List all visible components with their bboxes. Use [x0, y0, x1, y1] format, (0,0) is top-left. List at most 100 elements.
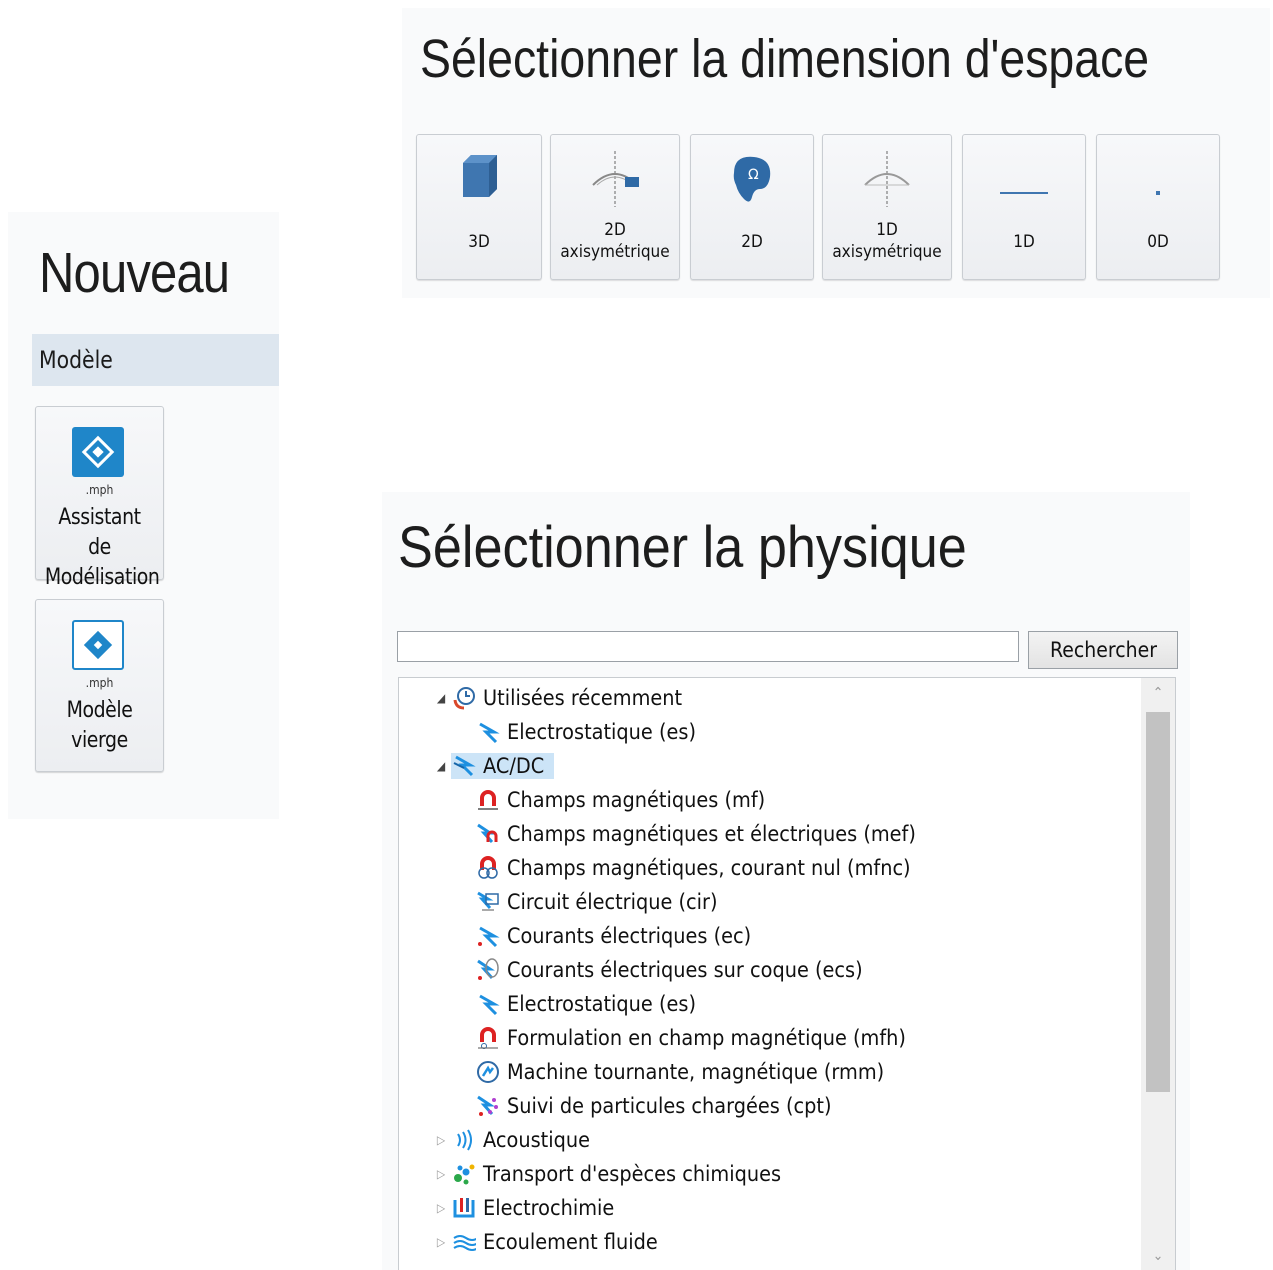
tree-item[interactable]: Formulation en champ magnétique (mfh): [475, 1022, 941, 1054]
collapsed-arrow-icon[interactable]: ▷: [431, 1133, 451, 1147]
point-0d-icon: [1156, 191, 1160, 195]
tree-item-label: Machine tournante, magnétique (rmm): [507, 1060, 885, 1084]
magnetic-no-current-icon: [475, 855, 501, 881]
dimension-1d-axisymmetric-label-line1: 1D: [876, 220, 898, 240]
model-wizard-label-line1: Assistant de: [58, 505, 141, 560]
blank-model-button[interactable]: .mph Modèle vierge: [35, 599, 164, 772]
tree-item-content: Courants électriques sur coque (ecs): [475, 957, 894, 983]
electrostatics-icon: [475, 991, 501, 1017]
magnetic-field-formulation-icon: [475, 1025, 501, 1051]
line-1d-icon: [1000, 192, 1048, 194]
electrostatics-icon: [475, 719, 501, 745]
tree-item-label: Electrostatique (es): [507, 720, 696, 744]
tree-item-content: Ecoulement fluide: [451, 1229, 673, 1255]
collapsed-arrow-icon[interactable]: ▷: [431, 1167, 451, 1181]
tree-item-content: Formulation en champ magnétique (mfh): [475, 1025, 941, 1051]
tree-scrollbar[interactable]: ⌃ ⌄: [1141, 678, 1175, 1270]
tree-item-label: Suivi de particules chargées (cpt): [507, 1094, 832, 1118]
tree-item-content: AC/DC: [451, 753, 554, 779]
blank-model-ext: .mph: [85, 676, 114, 690]
tree-item-content: Transport d'espèces chimiques: [451, 1161, 807, 1187]
cube-3d-icon: [463, 155, 497, 197]
dimension-2d-button[interactable]: Ω 2D: [690, 134, 814, 280]
dimension-0d-label: 0D: [1147, 232, 1169, 252]
tree-item[interactable]: ▷ Acoustique: [431, 1124, 599, 1156]
tree-item-label: Courants électriques (ec): [507, 924, 752, 948]
collapsed-arrow-icon[interactable]: ▷: [431, 1235, 451, 1249]
electric-circuit-icon: [475, 889, 501, 915]
physics-panel: Sélectionner la physique Rechercher ◢ Uti…: [382, 492, 1190, 1270]
tree-item-content: Circuit électrique (cir): [475, 889, 736, 915]
dimension-0d-button[interactable]: 0D: [1096, 134, 1220, 280]
axisymmetric-2d-icon: [592, 151, 639, 207]
acdc-icon: [451, 753, 477, 779]
dimension-1d-label: 1D: [1013, 232, 1035, 252]
tree-item[interactable]: ▷ Transport d'espèces chimiques: [431, 1158, 807, 1190]
model-wizard-ext: .mph: [85, 483, 114, 497]
tree-item[interactable]: Champs magnétiques et électriques (mef): [475, 818, 951, 850]
scroll-thumb[interactable]: [1146, 712, 1170, 1092]
model-wizard-label: Assistant de Modélisation: [36, 503, 163, 593]
blank-model-label-line1: Modèle: [66, 698, 133, 723]
electrochemistry-icon: [451, 1195, 477, 1221]
tree-item[interactable]: ◢ Utilisées récemment: [431, 682, 699, 714]
charged-particle-tracing-icon: [475, 1093, 501, 1119]
dimension-2d-axisymmetric-label: 2D axisymétrique: [551, 219, 679, 263]
tree-item[interactable]: ▷ Ecoulement fluide: [431, 1226, 673, 1258]
dimension-3d-label: 3D: [468, 232, 490, 252]
tree-item-label: AC/DC: [483, 754, 545, 778]
tree-item-label: Acoustique: [483, 1128, 590, 1152]
physics-tree[interactable]: ◢ Utilisées récemment Electrostatique (es)…: [398, 677, 1176, 1270]
tree-item-label: Courants électriques sur coque (ecs): [507, 958, 863, 982]
dimension-1d-button[interactable]: 1D: [962, 134, 1086, 280]
rotating-machinery-icon: [475, 1059, 501, 1085]
acoustics-icon: [451, 1127, 477, 1153]
tree-item[interactable]: Circuit électrique (cir): [475, 886, 736, 918]
tree-item-content: Electrostatique (es): [475, 719, 712, 745]
chemical-species-icon: [451, 1161, 477, 1187]
tree-item-label: Champs magnétiques (mf): [507, 788, 766, 812]
tree-item[interactable]: Champs magnétiques, courant nul (mfnc): [475, 852, 946, 884]
model-wizard-button[interactable]: .mph Assistant de Modélisation: [35, 406, 164, 590]
recent-clock-icon: [451, 685, 477, 711]
tree-item-label: Circuit électrique (cir): [507, 890, 718, 914]
dimension-1d-axisymmetric-button[interactable]: 1D axisymétrique: [822, 134, 952, 280]
blank-model-label-line2: vierge: [71, 728, 128, 753]
tree-item-content: Electrostatique (es): [475, 991, 712, 1017]
tree-item[interactable]: Courants électriques sur coque (ecs): [475, 954, 894, 986]
new-title: Nouveau: [39, 241, 230, 305]
dimension-2d-axisymmetric-label-line2: axisymétrique: [560, 242, 670, 262]
scroll-down-icon[interactable]: ⌄: [1141, 1243, 1175, 1269]
tree-item-label: Champs magnétiques et électriques (mef): [507, 822, 916, 846]
model-section-label: Modèle: [39, 346, 113, 374]
tree-item[interactable]: Champs magnétiques (mf): [475, 784, 788, 816]
tree-item[interactable]: Courants électriques (ec): [475, 920, 772, 952]
electric-currents-icon: [475, 923, 501, 949]
search-button[interactable]: Rechercher: [1028, 631, 1178, 669]
tree-item-content: Utilisées récemment: [451, 685, 699, 711]
tree-item[interactable]: ▷ Electrochimie: [431, 1192, 626, 1224]
physics-title: Sélectionner la physique: [398, 515, 967, 580]
dimension-2d-axisymmetric-button[interactable]: 2D axisymétrique: [550, 134, 680, 280]
dimension-1d-axisymmetric-label-line2: axisymétrique: [832, 242, 942, 262]
tree-item-content: Electrochimie: [451, 1195, 626, 1221]
svg-text:Ω: Ω: [748, 167, 759, 183]
tree-item[interactable]: Electrostatique (es): [475, 716, 712, 748]
dimension-1d-axisymmetric-label: 1D axisymétrique: [823, 219, 951, 263]
scroll-up-icon[interactable]: ⌃: [1141, 680, 1175, 706]
expanded-arrow-icon[interactable]: ◢: [431, 691, 451, 705]
tree-item[interactable]: Machine tournante, magnétique (rmm): [475, 1056, 917, 1088]
axisymmetric-1d-icon: [864, 151, 910, 207]
physics-search-input[interactable]: [397, 631, 1019, 662]
tree-item[interactable]: ◢ AC/DC: [431, 750, 554, 782]
tree-item[interactable]: Suivi de particules chargées (cpt): [475, 1090, 860, 1122]
tree-item-content: Suivi de particules chargées (cpt): [475, 1093, 860, 1119]
tree-item-label: Formulation en champ magnétique (mfh): [507, 1026, 906, 1050]
expanded-arrow-icon[interactable]: ◢: [431, 759, 451, 773]
tree-item-content: Machine tournante, magnétique (rmm): [475, 1059, 917, 1085]
tree-item[interactable]: Electrostatique (es): [475, 988, 712, 1020]
collapsed-arrow-icon[interactable]: ▷: [431, 1201, 451, 1215]
model-wizard-label-line2: Modélisation: [44, 565, 160, 590]
dimension-3d-button[interactable]: 3D: [416, 134, 542, 280]
search-button-label: Rechercher: [1049, 638, 1157, 662]
